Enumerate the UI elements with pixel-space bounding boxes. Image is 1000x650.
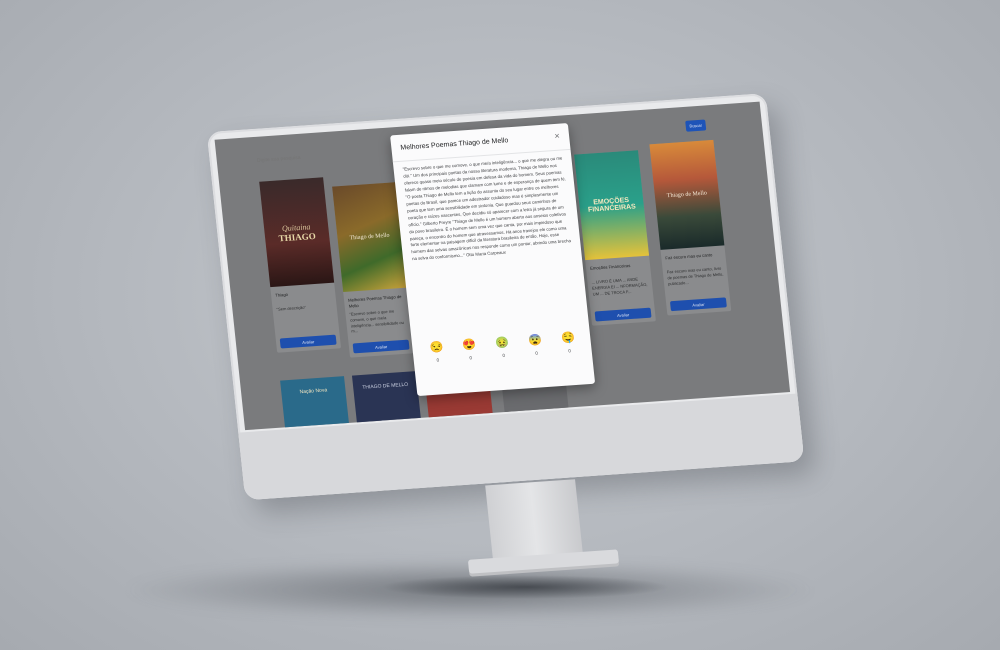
- book-card: Thiago de Mello Faz escuro mas eu canto …: [649, 139, 732, 316]
- monitor: Buscar Quitaina THIAGO Thiago "Sem descr…: [206, 93, 809, 574]
- rate-button[interactable]: Avaliar: [669, 297, 727, 312]
- reaction-count: 0: [535, 350, 539, 356]
- close-icon[interactable]: ×: [550, 129, 563, 142]
- reaction-fearful[interactable]: 😨 0: [525, 333, 548, 364]
- book-cover-title: THIAGO DE MELLO: [362, 381, 409, 391]
- drooling-face-icon[interactable]: 🤤: [561, 331, 576, 346]
- reaction-count: 0: [436, 357, 440, 363]
- modal-description: "Escrevo sobre o que me comove, o que me…: [402, 155, 572, 262]
- rate-button[interactable]: Avaliar: [594, 307, 652, 322]
- book-cover[interactable]: Nação Nova: [280, 376, 351, 431]
- book-title: Melhores Poemas Thiago de Mello: [347, 293, 402, 309]
- book-title: Emoções Financeiras: [589, 262, 631, 271]
- book-description: ... LIVRO É UMA ... ANDE ENERGIA EI ... …: [591, 276, 648, 297]
- book-card: Quitaina THIAGO Thiago "Sem descrição" A…: [259, 177, 342, 353]
- reaction-unamused[interactable]: 😒 0: [426, 340, 449, 371]
- monitor-stand-neck: [485, 479, 583, 561]
- book-cover-subtitle: THIAGO: [278, 230, 317, 243]
- book-description: Faz escuro mas eu canto, livro de poemas…: [666, 265, 724, 286]
- unamused-face-icon[interactable]: 😒: [429, 340, 444, 355]
- book-cover: EMOÇÕES FINANCEIRAS: [574, 150, 650, 261]
- nauseated-face-icon[interactable]: 🤢: [495, 336, 510, 351]
- fearful-face-icon[interactable]: 😨: [528, 333, 543, 348]
- reaction-count: 0: [469, 355, 473, 361]
- book-cover: Quitaina THIAGO: [259, 177, 335, 288]
- book-cover-title: EMOÇÕES FINANCEIRAS: [587, 196, 637, 214]
- book-description: "Sem descrição": [276, 304, 307, 312]
- rate-button[interactable]: Avaliar: [279, 334, 337, 349]
- book-cover: Thiago de Mello: [649, 139, 725, 250]
- book-cover-title: Thiago de Mello: [349, 232, 390, 242]
- book-cover-title: Thiago de Mello: [666, 190, 708, 200]
- reaction-count: 0: [502, 352, 506, 359]
- search-button[interactable]: Buscar: [685, 119, 707, 132]
- reaction-drooling[interactable]: 🤤 0: [558, 331, 581, 362]
- screen: Buscar Quitaina THIAGO Thiago "Sem descr…: [214, 101, 791, 431]
- book-cover-title: Nação Nova: [299, 387, 328, 396]
- reaction-nauseated[interactable]: 🤢 0: [492, 335, 515, 366]
- book-details-modal: Melhores Poemas Thiago de Mello × "Escre…: [390, 123, 596, 397]
- book-title: Thiago: [274, 291, 289, 298]
- scene: Buscar Quitaina THIAGO Thiago "Sem descr…: [0, 0, 1000, 650]
- book-description: "Escrevo sobre o que me comove, o que me…: [349, 308, 405, 334]
- reaction-count: 0: [568, 348, 572, 354]
- reaction-bar: 😒 0 😍 0 🤢 0 😨 0 🤤 0: [426, 331, 581, 371]
- modal-title: Melhores Poemas Thiago de Mello: [400, 137, 509, 152]
- heart-eyes-face-icon[interactable]: 😍: [462, 338, 477, 353]
- book-title: Faz escuro mas eu canto: [665, 252, 713, 261]
- rate-button[interactable]: Avaliar: [352, 339, 410, 354]
- reaction-heart-eyes[interactable]: 😍 0: [459, 338, 482, 369]
